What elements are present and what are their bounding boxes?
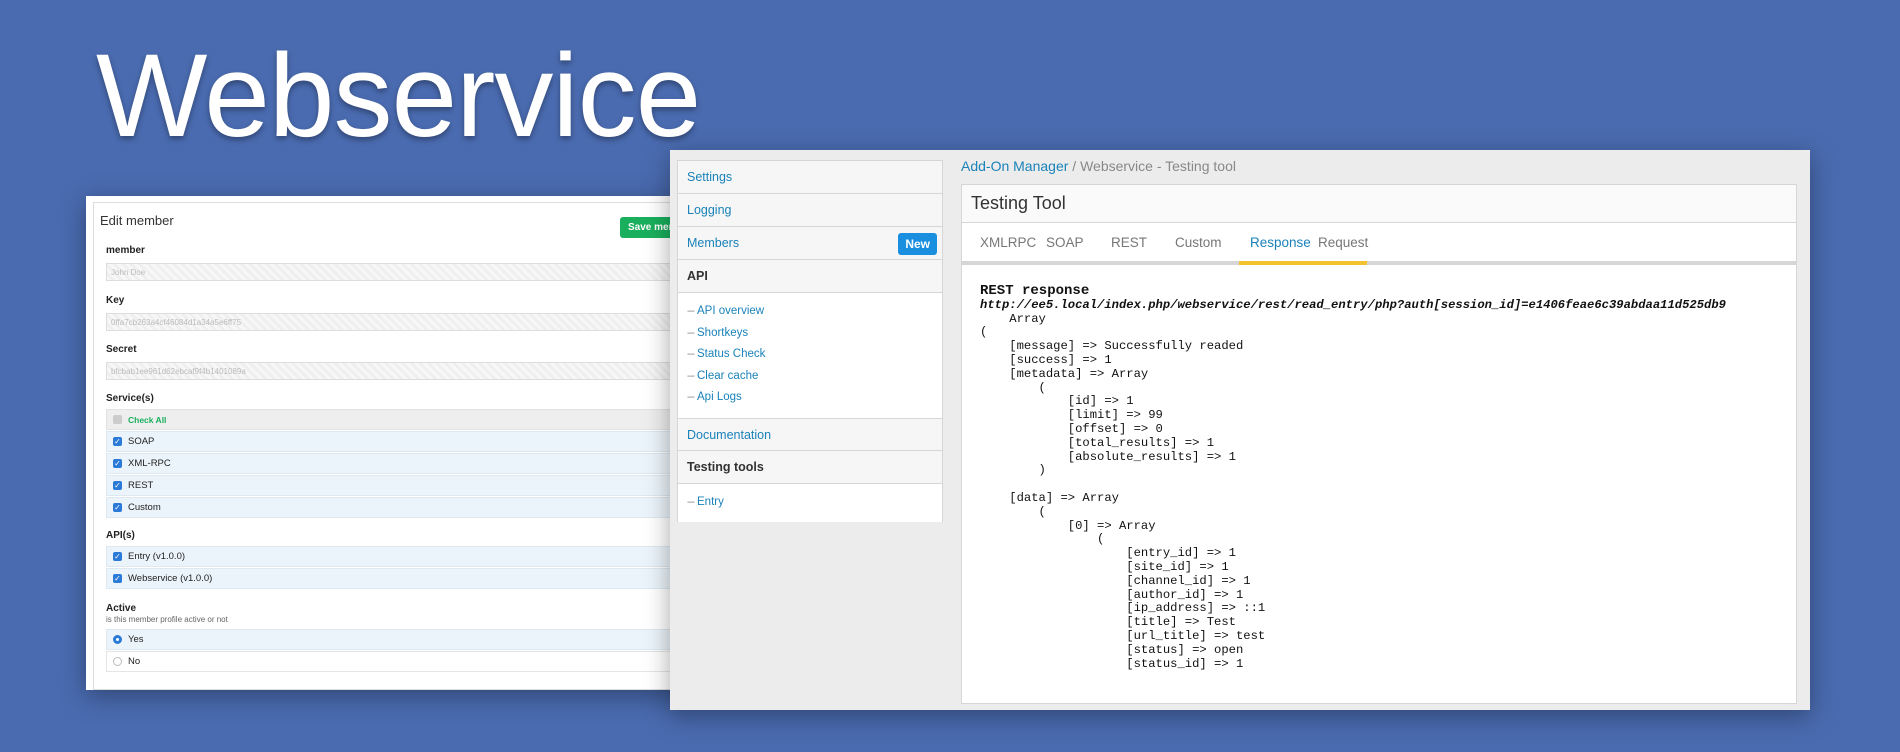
- new-member-button[interactable]: New: [898, 233, 937, 255]
- api-entry-row[interactable]: ✓ Entry (v1.0.0): [106, 546, 686, 567]
- service-rest-row[interactable]: ✓ REST: [106, 475, 686, 496]
- testing-tool-window: Settings Logging Members New API --- API …: [670, 150, 1810, 710]
- testing-tool-box: Testing Tool XMLRPC SOAP REST Custom Res…: [961, 184, 1797, 704]
- service-custom-row[interactable]: ✓ Custom: [106, 497, 686, 518]
- apis-label: API(s): [106, 530, 135, 541]
- checkbox-checked-icon[interactable]: ✓: [113, 574, 122, 583]
- tab-soap[interactable]: SOAP: [1046, 235, 1084, 250]
- api-links-group: --- API overview --- Shortkeys --- Status C…: [678, 293, 942, 421]
- tab-custom[interactable]: Custom: [1175, 235, 1222, 250]
- sidebar-item-logging[interactable]: Logging: [678, 194, 942, 227]
- services-label: Service(s): [106, 393, 154, 404]
- service-label: Custom: [128, 502, 161, 513]
- check-all-label[interactable]: Check All: [128, 415, 166, 425]
- response-heading: REST response: [980, 285, 1090, 299]
- active-yes-row[interactable]: Yes: [106, 629, 686, 650]
- checkbox-checked-icon[interactable]: ✓: [113, 503, 122, 512]
- member-field[interactable]: John Doe: [106, 263, 686, 281]
- tab-bar: XMLRPC SOAP REST Custom Response Request: [962, 223, 1796, 265]
- checkbox-checked-icon[interactable]: ✓: [113, 552, 122, 561]
- sidebar-members-label[interactable]: Members: [687, 236, 739, 250]
- tab-xmlrpc[interactable]: XMLRPC: [980, 235, 1036, 250]
- api-label: Webservice (v1.0.0): [128, 573, 213, 584]
- sidebar-header-testing-tools: Testing tools: [678, 451, 942, 484]
- testing-tool-title: Testing Tool: [962, 185, 1796, 223]
- secret-field[interactable]: bfcbab1ee961d62ebcaf9f4b1401089a: [106, 362, 686, 380]
- active-no-row[interactable]: No: [106, 651, 686, 672]
- sidebar-link-clear-cache[interactable]: --- Clear cache: [687, 370, 758, 382]
- breadcrumb: Add-On Manager / Webservice - Testing to…: [961, 158, 1236, 174]
- sidebar-link-api-overview[interactable]: --- API overview: [687, 305, 764, 317]
- key-label: Key: [106, 295, 125, 306]
- breadcrumb-separator: /: [1068, 158, 1081, 174]
- hero-title: Webservice: [96, 30, 701, 162]
- sidebar-link-api-logs[interactable]: --- Api Logs: [687, 391, 742, 403]
- sidebar-item-members[interactable]: Members New: [678, 227, 942, 260]
- sidebar-item-documentation[interactable]: Documentation: [678, 418, 942, 451]
- service-label: REST: [128, 480, 154, 491]
- member-label: member: [106, 245, 145, 256]
- api-webservice-row[interactable]: ✓ Webservice (v1.0.0): [106, 568, 686, 589]
- breadcrumb-current: Webservice - Testing tool: [1080, 158, 1236, 174]
- key-field[interactable]: 0ffa7cb263a4cf46084d1a34a5e6ff75: [106, 313, 686, 331]
- breadcrumb-addon-manager[interactable]: Add-On Manager: [961, 158, 1068, 174]
- tab-rest[interactable]: REST: [1111, 235, 1147, 250]
- sidebar: Settings Logging Members New API --- API …: [677, 160, 943, 522]
- secret-label: Secret: [106, 344, 137, 355]
- tab-request[interactable]: Request: [1318, 235, 1368, 250]
- api-label: Entry (v1.0.0): [128, 551, 186, 562]
- service-soap-row[interactable]: ✓ SOAP: [106, 431, 686, 452]
- radio-selected-icon[interactable]: [113, 635, 122, 644]
- active-label: Active: [106, 603, 137, 614]
- sidebar-link-status-check[interactable]: --- Status Check: [687, 348, 765, 360]
- check-all-row[interactable]: Check All: [106, 409, 686, 430]
- service-label: XML-RPC: [128, 458, 171, 469]
- check-all-checkbox[interactable]: [113, 415, 122, 424]
- radio-label: Yes: [128, 634, 144, 645]
- service-label: SOAP: [128, 436, 155, 447]
- response-output: REST response http://ee5.local/index.php/…: [980, 285, 1800, 703]
- radio-unselected-icon[interactable]: [113, 657, 122, 666]
- sidebar-link-entry[interactable]: --- Entry: [687, 496, 724, 508]
- response-url: http://ee5.local/index.php/webservice/re…: [980, 297, 1726, 312]
- sidebar-item-settings[interactable]: Settings: [678, 161, 942, 194]
- service-xmlrpc-row[interactable]: ✓ XML-RPC: [106, 453, 686, 474]
- checkbox-checked-icon[interactable]: ✓: [113, 481, 122, 490]
- active-description: is this member profile active or not: [106, 615, 228, 624]
- checkbox-checked-icon[interactable]: ✓: [113, 437, 122, 446]
- tab-response[interactable]: Response: [1250, 235, 1311, 250]
- edit-member-panel: Edit member Save memb member John Doe Ke…: [86, 196, 686, 690]
- sidebar-header-api: API: [678, 260, 942, 293]
- edit-member-title: Edit member: [100, 213, 174, 228]
- checkbox-checked-icon[interactable]: ✓: [113, 459, 122, 468]
- radio-label: No: [128, 656, 141, 667]
- response-body: Array ( [message] => Successfully readed…: [980, 311, 1266, 671]
- sidebar-link-shortkeys[interactable]: --- Shortkeys: [687, 327, 748, 339]
- active-tab-indicator: [1239, 261, 1367, 265]
- testing-links-group: --- Entry: [678, 484, 942, 522]
